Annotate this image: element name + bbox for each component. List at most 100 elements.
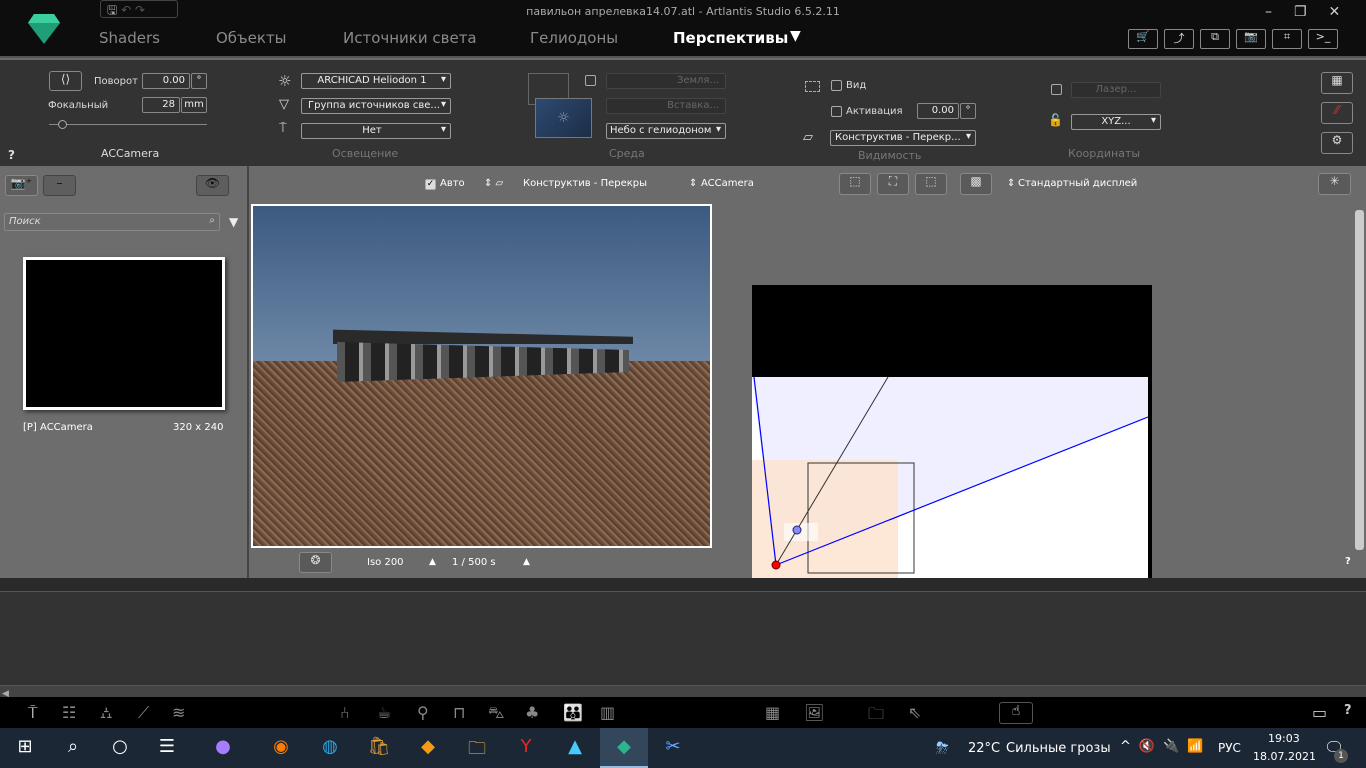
catalog-help-icon[interactable]: ? (1344, 703, 1352, 718)
camera-icon[interactable]: 📷 (1236, 29, 1266, 49)
view-checkbox[interactable] (831, 80, 842, 91)
windows-icon[interactable]: ⧉ (1200, 29, 1230, 49)
tray-icons[interactable]: ^🔇🔌📶 (1120, 739, 1211, 754)
clock-time[interactable]: 19:03 (1268, 732, 1300, 745)
redo-icon[interactable]: ↷ (135, 3, 145, 17)
focal-input[interactable]: 28 (142, 97, 180, 113)
export-icon[interactable]: ⤴ (1164, 29, 1194, 49)
ground-checkbox[interactable] (585, 75, 596, 86)
render-preview[interactable] (251, 204, 712, 548)
focal-slider[interactable] (49, 120, 207, 129)
folder-icon[interactable]: 🗀 (868, 703, 884, 730)
trowel-icon[interactable]: ⟋ (138, 703, 149, 723)
paint-select[interactable]: Нет (301, 123, 451, 139)
add-camera-icon[interactable]: 📷⁺ (5, 175, 38, 196)
help-button[interactable]: ? (8, 148, 15, 162)
undo-icon[interactable]: ↶ (121, 3, 131, 17)
window-layout-icon[interactable]: ▭ (1312, 703, 1327, 722)
cortana-icon[interactable]: ○ (105, 736, 135, 757)
firefox-icon[interactable]: ◉ (266, 736, 296, 757)
bricks-icon[interactable]: ☷ (62, 703, 76, 722)
catalog-horizontal-scrollbar[interactable]: ◀ (0, 685, 1366, 699)
visibility-eye-icon[interactable]: 👁 (196, 175, 229, 196)
exposure-help-button[interactable]: ? (1345, 556, 1351, 567)
display-mode-icon[interactable]: ▩ (960, 173, 992, 195)
camera-thumbnail[interactable] (23, 257, 225, 410)
search-icon[interactable]: ⌕ (58, 736, 88, 757)
edge-icon[interactable]: ◍ (315, 736, 345, 757)
laser-light-icon[interactable]: ✳ (1318, 173, 1351, 195)
display-select[interactable]: Стандартный дисплей (1018, 178, 1137, 189)
sky-select[interactable]: Небо с гелиодоном (606, 123, 726, 139)
weather-temperature[interactable]: 22°C (968, 741, 1000, 756)
console-icon[interactable]: >_ (1308, 29, 1338, 49)
viewport-layer-select[interactable]: Конструктив - Перекры (523, 178, 647, 189)
yandex-browser-icon[interactable]: Y (511, 736, 541, 757)
aperture-icon[interactable]: ❂ (299, 552, 332, 573)
layer-select[interactable]: Конструктив - Перекр... (830, 130, 976, 146)
shutter-up-icon[interactable]: ▲ (523, 557, 530, 567)
filter-dropdown-icon[interactable]: ▼ (229, 215, 238, 229)
water-icon[interactable]: ≋ (172, 703, 185, 722)
store-icon[interactable]: 🛍 (364, 736, 394, 757)
camera-stepper-icon[interactable]: ⇕ (689, 178, 697, 189)
paint-roller-icon[interactable]: ⍑ (28, 703, 38, 723)
zoom-in-frame-icon[interactable]: ⬚ (839, 173, 871, 195)
file-explorer-icon[interactable]: 🗀 (462, 736, 492, 766)
ground-button[interactable]: Земля... (606, 73, 726, 89)
laser-checkbox[interactable] (1051, 84, 1062, 95)
billboard-icon[interactable]: ▦ (765, 703, 780, 722)
camera-lens-icon[interactable]: ⟨⟩ (49, 71, 82, 91)
cup-icon[interactable]: ☕ (377, 703, 391, 722)
weather-text[interactable]: Сильные грозы (1006, 741, 1111, 756)
sky-preview-sun-icon[interactable]: ☼ (535, 98, 592, 138)
auto-checkbox[interactable]: ✓ (425, 179, 436, 190)
tab-shaders[interactable]: Shaders (99, 29, 160, 47)
table-icon[interactable]: ⊓ (453, 703, 465, 722)
tab-objects[interactable]: Объекты (216, 29, 287, 47)
fit-view-icon[interactable]: ⛶ (877, 173, 909, 195)
armchair-icon[interactable]: ⑃ (340, 703, 350, 722)
save-icon[interactable]: 🖫 (107, 3, 117, 17)
axes-icon[interactable]: ⁄⁄ (1321, 102, 1353, 124)
buildings-icon[interactable]: ▥ (600, 703, 615, 722)
laser-button[interactable]: Лазер... (1071, 82, 1161, 98)
perspectives-dropdown-icon[interactable]: ▼ (790, 28, 801, 44)
remove-camera-button[interactable]: – (43, 175, 76, 196)
search-input[interactable]: Поиск ⌕ (4, 213, 220, 231)
tab-light-sources[interactable]: Источники света (343, 29, 477, 47)
perspective-item-label[interactable]: [P] ACCamera (23, 422, 93, 433)
task-view-icon[interactable]: ☰ (152, 736, 182, 757)
search-icon[interactable]: ⌕ (209, 215, 215, 226)
iso-up-icon[interactable]: ▲ (429, 557, 436, 567)
cart-icon[interactable]: 🛒 (1128, 29, 1158, 49)
viewport-vertical-scrollbar[interactable] (1355, 210, 1364, 550)
lock-icon[interactable]: 🔓 (1048, 113, 1063, 127)
activation-input[interactable]: 0.00 (917, 103, 959, 119)
xyz-button[interactable]: XYZ... (1071, 114, 1161, 130)
window-controls[interactable]: –❐✕ (1265, 4, 1362, 20)
snipping-tool-icon[interactable]: ✂ (658, 736, 688, 757)
focal-slider-handle[interactable] (58, 120, 67, 129)
activation-checkbox[interactable] (831, 106, 842, 117)
fl-studio-icon[interactable]: ◆ (413, 736, 443, 757)
pointer-icon[interactable]: ⇖ (908, 703, 921, 722)
checker-icon[interactable]: ▦ (1321, 72, 1353, 94)
crop-icon[interactable]: ⌗ (1272, 29, 1302, 49)
people-icon[interactable]: 👪 (563, 703, 583, 722)
input-language[interactable]: РУС (1218, 741, 1241, 755)
zoom-out-frame-icon[interactable]: ⬚ (915, 173, 947, 195)
artlantis-taskbar-icon[interactable]: ◆ (609, 736, 639, 757)
lamp-icon[interactable]: ⚲ (417, 703, 429, 722)
layer-stepper-icon[interactable]: ⇕ ▱ (484, 178, 503, 189)
panel-splitter[interactable] (0, 578, 1366, 592)
settings-gear-icon[interactable]: ⚙ (1321, 132, 1353, 154)
archicad-icon[interactable]: ▲ (560, 736, 590, 757)
hand-tool-icon[interactable]: ☝ (999, 702, 1033, 724)
tab-heliodons[interactable]: Гелиодоны (530, 29, 618, 47)
display-stepper-icon[interactable]: ⇕ (1007, 178, 1015, 189)
insert-button[interactable]: Вставка... (606, 98, 726, 114)
viewport-camera-select[interactable]: ACCamera (701, 178, 754, 189)
windows-start-icon[interactable]: ⊞ (10, 736, 40, 757)
heliodon-select[interactable]: ARCHICAD Heliodon 1 (301, 73, 451, 89)
